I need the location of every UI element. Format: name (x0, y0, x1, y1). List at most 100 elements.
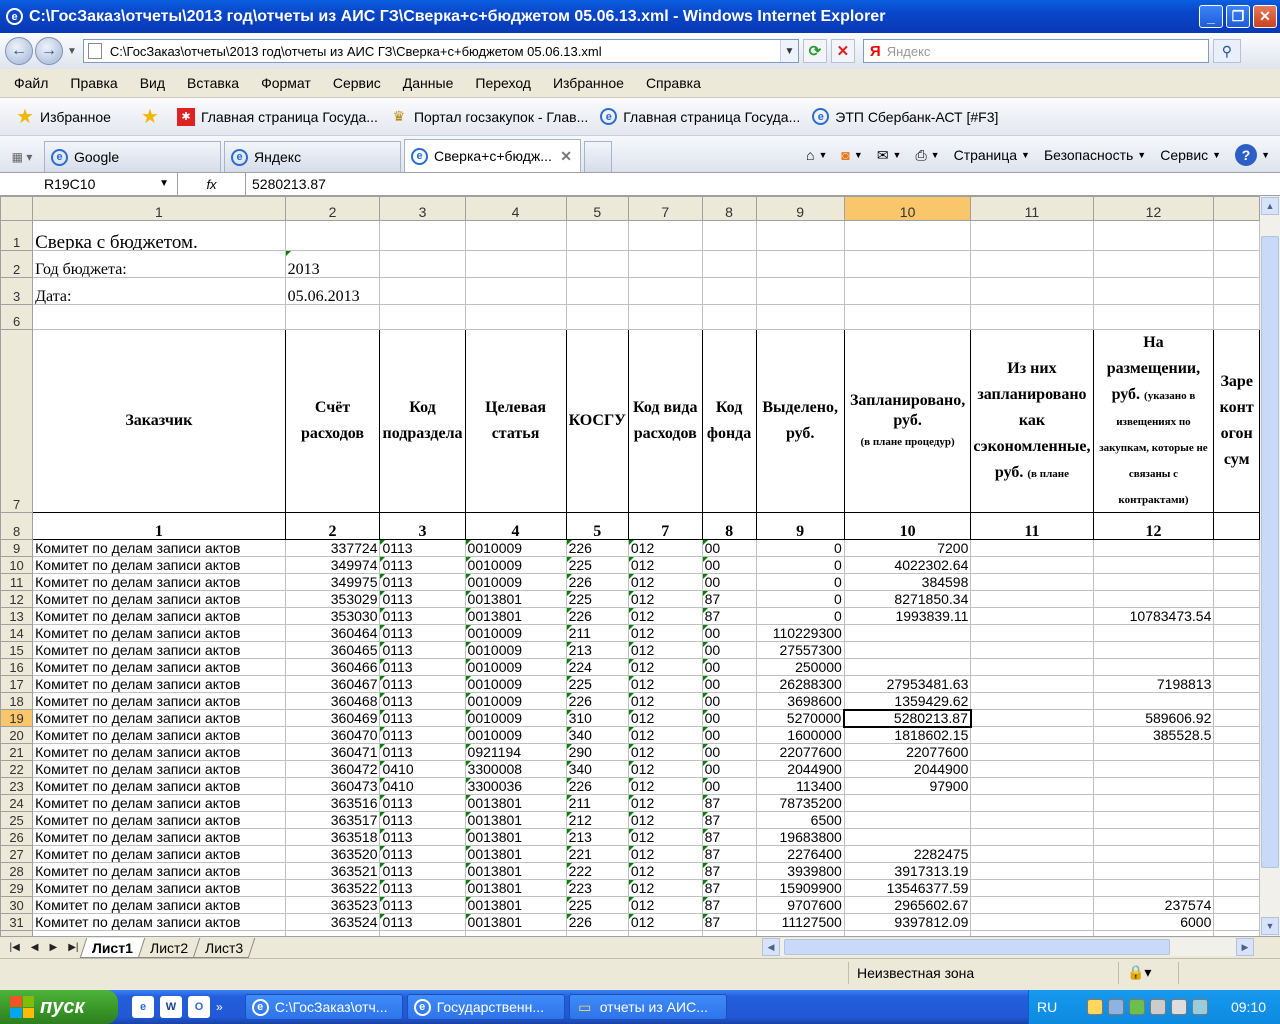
cell-c2[interactable]: 363517 (284, 811, 381, 829)
cell-c7[interactable]: 00 (701, 556, 757, 574)
cell-c10[interactable] (970, 896, 1094, 914)
cell-c3[interactable]: 0113 (379, 556, 466, 574)
cell-c11[interactable] (1092, 590, 1215, 608)
cell-c10[interactable] (970, 862, 1094, 880)
cell-c12[interactable] (1213, 828, 1260, 846)
cell-c2[interactable]: 360464 (284, 624, 381, 642)
cell-c9[interactable] (843, 641, 972, 659)
cell-c6[interactable]: 012 (627, 658, 703, 676)
cell-c6[interactable]: 012 (627, 590, 703, 608)
cell-c7[interactable]: 87 (701, 828, 757, 846)
cell-c10[interactable] (970, 675, 1094, 693)
row-header[interactable]: 8 (0, 512, 34, 540)
cell-c9[interactable] (843, 624, 972, 642)
cell-c7[interactable]: 00 (701, 641, 757, 659)
cell-c6[interactable]: 012 (627, 539, 703, 557)
cell-c8[interactable]: 110229300 (755, 624, 845, 642)
cell-c10[interactable] (970, 777, 1094, 795)
cell-c4[interactable]: 0010009 (464, 556, 567, 574)
cell-c1[interactable]: Комитет по делам записи актов (32, 845, 286, 863)
cell-c3[interactable]: 0113 (379, 794, 466, 812)
cell-c8[interactable]: 22077600 (755, 743, 845, 761)
cell-c5[interactable]: 212 (565, 811, 629, 829)
row-header[interactable]: 10 (0, 556, 34, 574)
row-header[interactable]: 20 (0, 726, 34, 744)
cell-c5[interactable]: 224 (565, 658, 629, 676)
cell-c1[interactable]: Комитет по делам записи актов (32, 862, 286, 880)
cell-c6[interactable]: 012 (627, 624, 703, 642)
cell-c12[interactable] (1213, 845, 1260, 863)
cell-c10[interactable] (970, 879, 1094, 897)
cell-c2[interactable]: 363521 (284, 862, 381, 880)
home-icon[interactable]: ⌂ ▼ (806, 147, 827, 163)
cell-c9[interactable] (843, 811, 972, 829)
cell-c1[interactable]: Комитет по делам записи актов (32, 726, 286, 744)
volume-icon[interactable] (1150, 999, 1167, 1015)
cell-c8[interactable]: 0 (755, 573, 845, 591)
cell-c7[interactable]: 87 (701, 845, 757, 863)
column-header[interactable]: 11 (970, 196, 1094, 221)
menu-file[interactable]: Файл (10, 73, 52, 93)
minimize-button[interactable]: _ (1199, 5, 1223, 28)
cell-c10[interactable] (970, 811, 1094, 829)
address-input[interactable]: C:\ГосЗаказ\отчеты\2013 год\отчеты из АИ… (82, 39, 799, 63)
cell-c9[interactable]: 7200 (843, 539, 972, 557)
favorite-link-1[interactable]: ✱ Главная страница Госуда... (176, 107, 378, 126)
horizontal-scroll-thumb[interactable] (784, 939, 1170, 955)
column-header[interactable]: 9 (755, 196, 845, 221)
row-header[interactable]: 6 (0, 304, 34, 330)
cell-c12[interactable] (1213, 811, 1260, 829)
cell-c7[interactable]: 00 (701, 692, 757, 710)
cell-c9[interactable] (843, 794, 972, 812)
cell-c8[interactable]: 1600000 (755, 726, 845, 744)
cell-c4[interactable]: 0013801 (464, 913, 567, 931)
network-icon[interactable] (1108, 999, 1125, 1015)
cell-c2[interactable]: 363522 (284, 879, 381, 897)
cell-c12[interactable] (1213, 879, 1260, 897)
cell-c1[interactable]: Комитет по делам записи актов (32, 658, 286, 676)
cell-c2[interactable]: 363518 (284, 828, 381, 846)
row-header[interactable]: 2 (0, 250, 34, 278)
cell-c10[interactable] (970, 641, 1094, 659)
cell-c4[interactable]: 0010009 (464, 726, 567, 744)
cell-c5[interactable]: 226 (565, 607, 629, 625)
search-icon[interactable]: ⚲ (1212, 39, 1241, 63)
cell-c9[interactable]: 5280213.87 (843, 708, 972, 728)
cell-c7[interactable]: 00 (701, 624, 757, 642)
cell-c3[interactable]: 0113 (379, 573, 466, 591)
cell-c1[interactable]: Комитет по делам записи актов (32, 777, 286, 795)
menu-insert[interactable]: Вставка (183, 73, 243, 93)
cell-c5[interactable]: 225 (565, 896, 629, 914)
cell-c11[interactable] (1092, 658, 1215, 676)
taskbar-button-ie[interactable]: e C:\ГосЗаказ\отч... (244, 994, 403, 1020)
corner-cell[interactable] (0, 196, 34, 221)
cell-c7[interactable]: 00 (701, 539, 757, 557)
cell-c4[interactable]: 0013801 (464, 590, 567, 608)
column-header[interactable] (1213, 196, 1260, 221)
header-allocated[interactable]: Выделено, руб. (755, 329, 845, 513)
search-input[interactable]: Я Яндекс (862, 39, 1209, 63)
cell-c4[interactable]: 0013801 (464, 845, 567, 863)
cell-c5[interactable]: 226 (565, 539, 629, 557)
start-button[interactable]: пуск (0, 990, 118, 1024)
cell-c2[interactable]: 363516 (284, 794, 381, 812)
cell-c9[interactable] (843, 828, 972, 846)
cell-c12[interactable] (1213, 862, 1260, 880)
tab-yandex[interactable]: e Яндекс (224, 141, 401, 172)
cell-c8[interactable]: 3939800 (755, 862, 845, 880)
cell-c4[interactable]: 0010009 (464, 539, 567, 557)
mail-icon[interactable]: ✉ ▼ (877, 147, 902, 164)
cell-c11[interactable] (1092, 879, 1215, 897)
favorites-button[interactable]: ★ Избранное (16, 106, 111, 128)
cell-c3[interactable]: 0113 (379, 862, 466, 880)
menu-go[interactable]: Переход (471, 73, 535, 93)
cell-c10[interactable] (970, 913, 1094, 931)
year-label[interactable]: Год бюджета: (32, 250, 286, 278)
antivirus-icon[interactable] (1129, 999, 1146, 1015)
cell-c4[interactable]: 0010009 (464, 641, 567, 659)
cell-c2[interactable]: 363520 (284, 845, 381, 863)
column-header[interactable]: 3 (379, 196, 466, 221)
cell-c11[interactable] (1092, 573, 1215, 591)
cell-c1[interactable]: Комитет по делам записи актов (32, 760, 286, 778)
cell-c11[interactable]: 385528.5 (1092, 726, 1215, 744)
